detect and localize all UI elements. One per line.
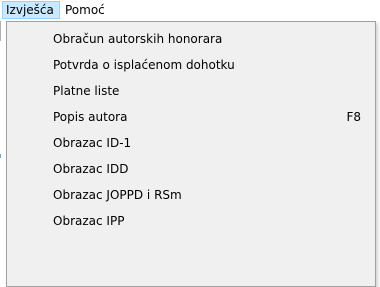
edge-mark (0, 154, 1, 158)
menu-izvjesca[interactable]: Izvješća (2, 1, 60, 19)
menubar: Izvješća Pomoć (0, 0, 380, 21)
menu-item-obrazac-idd[interactable]: Obrazac IDD (7, 156, 375, 182)
menu-item-obrazac-joppd-i-rsm[interactable]: Obrazac JOPPD i RSm (7, 182, 375, 208)
menu-item-platne-liste[interactable]: Platne liste (7, 78, 375, 104)
menu-pomoc[interactable]: Pomoć (62, 1, 110, 19)
menu-item-obracun-autorskih-honorara[interactable]: Obračun autorskih honorara (7, 26, 375, 52)
edge-mark (0, 21, 1, 41)
menu-item-label: Potvrda o isplaćenom dohotku (53, 58, 235, 72)
menu-list: Obračun autorskih honorara Potvrda o isp… (7, 26, 375, 260)
menu-item-label: Obrazac IPP (53, 214, 125, 228)
menu-item-label: Obrazac ID-1 (53, 136, 132, 150)
menu-item-obrazac-id-1[interactable]: Obrazac ID-1 (7, 130, 375, 156)
menu-item-label: Obračun autorskih honorara (53, 32, 223, 46)
menu-item-label: Obrazac JOPPD i RSm (53, 188, 182, 202)
menu-item-label: Platne liste (53, 84, 120, 98)
izvjesca-dropdown-menu: Obračun autorskih honorara Potvrda o isp… (6, 21, 376, 287)
menu-item-label: Obrazac IDD (53, 162, 129, 176)
menu-item-popis-autora[interactable]: Popis autora F8 (7, 104, 375, 130)
menu-item-label: Popis autora (53, 110, 128, 124)
menu-item-obrazac-ipp[interactable]: Obrazac IPP (7, 208, 375, 234)
menu-item-shortcut: F8 (346, 110, 361, 124)
menu-item-partially-visible[interactable] (7, 234, 375, 260)
menu-item-potvrda-o-isplacenom-dohotku[interactable]: Potvrda o isplaćenom dohotku (7, 52, 375, 78)
